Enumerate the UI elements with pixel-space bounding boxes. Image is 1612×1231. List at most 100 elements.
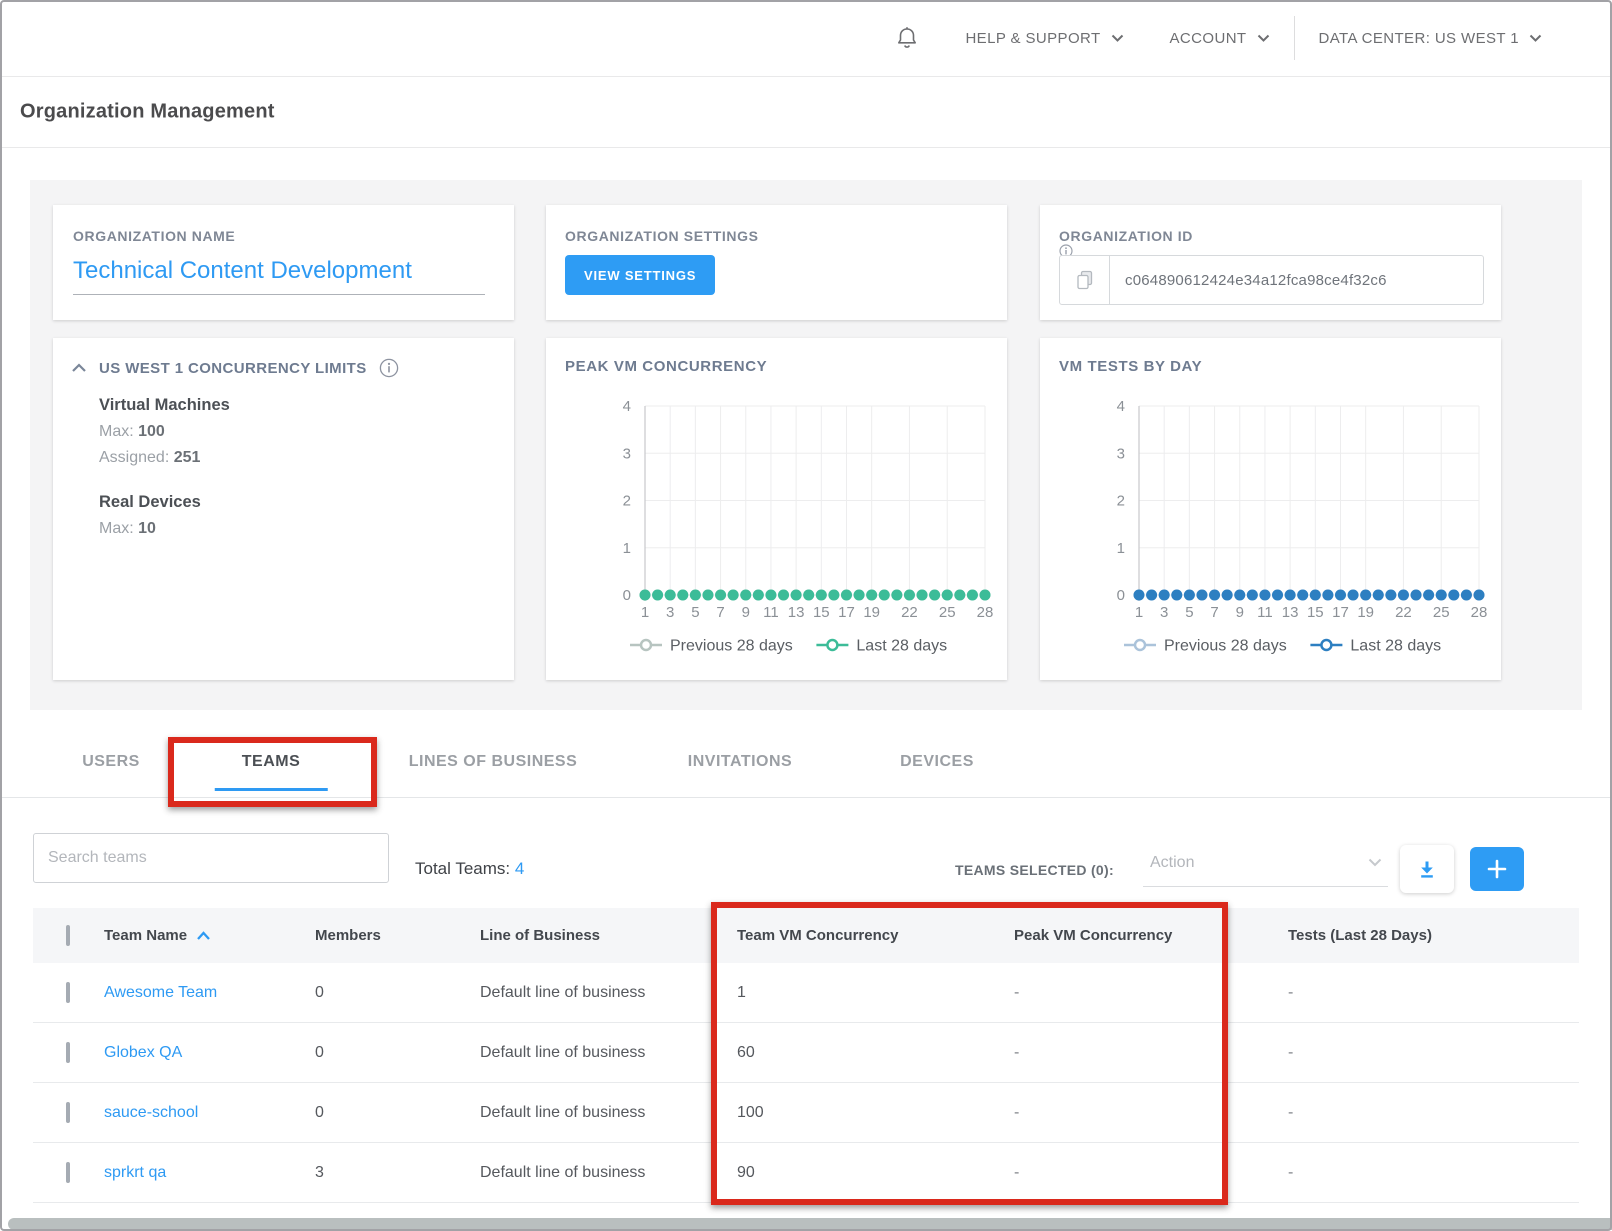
row-checkbox[interactable] [66,1042,70,1063]
action-dropdown[interactable]: Action [1143,840,1388,887]
cell-team_vm: 100 [737,1104,1014,1122]
peak-vm-concurrency-chart: 01234135791113151719222528Previous 28 da… [546,338,1007,680]
organization-settings-label: ORGANIZATION SETTINGS [565,228,759,244]
svg-text:3: 3 [1160,604,1168,621]
copy-icon [1075,269,1095,291]
download-icon [1417,859,1437,879]
total-teams-count-link[interactable]: 4 [515,859,524,878]
row-checkbox[interactable] [66,982,70,1003]
tab-lines-of-business[interactable]: LINES OF BUSINESS [409,733,578,790]
svg-text:7: 7 [716,604,724,621]
info-icon[interactable] [379,358,399,378]
svg-text:1: 1 [623,540,631,557]
cell-team_vm: 60 [737,1044,1014,1062]
team-name-link[interactable]: Globex QA [104,1044,182,1061]
svg-text:5: 5 [691,604,699,621]
tab-invitations[interactable]: INVITATIONS [688,733,792,790]
cell-peak_vm: - [1014,1104,1288,1122]
account-menu[interactable]: ACCOUNT [1170,30,1270,47]
sort-ascending-icon [196,931,211,941]
download-teams-button[interactable] [1400,845,1454,893]
svg-text:25: 25 [939,604,956,621]
concurrency-limits-card: US WEST 1 CONCURRENCY LIMITS Virtual Mac… [53,338,514,680]
organization-id-value: c064890612424e34a12fca98ce4f32c6 [1110,256,1387,304]
action-placeholder: Action [1150,854,1194,872]
organization-name-field[interactable]: Technical Content Development [73,257,485,295]
svg-text:4: 4 [623,398,631,415]
help-support-menu[interactable]: HELP & SUPPORT [965,30,1123,47]
notifications-bell-icon[interactable] [895,25,919,51]
table-row: Globex QA0Default line of business60-- [33,1023,1579,1083]
top-navigation-bar: HELP & SUPPORT ACCOUNT DATA CENTER: US W… [0,0,1612,77]
cell-tests: - [1288,984,1579,1002]
svg-text:11: 11 [763,604,779,621]
svg-text:15: 15 [1307,604,1324,621]
data-center-menu[interactable]: DATA CENTER: US WEST 1 [1319,30,1543,47]
cell-tests: - [1288,1044,1579,1062]
horizontal-scrollbar[interactable] [8,1218,1612,1230]
chevron-down-icon [1529,34,1542,43]
team-name-link[interactable]: Awesome Team [104,984,217,1001]
svg-text:9: 9 [742,604,750,621]
svg-text:19: 19 [1357,604,1374,621]
tab-users[interactable]: USERS [82,733,140,790]
organization-name-card: ORGANIZATION NAME Technical Content Deve… [53,205,514,320]
cell-members: 3 [315,1164,480,1182]
svg-text:17: 17 [838,604,855,621]
vm-tests-by-day-chart: 01234135791113151719222528Previous 28 da… [1040,338,1501,680]
vm-assigned-line: Assigned: 251 [99,449,230,467]
cell-peak_vm: - [1014,984,1288,1002]
svg-text:Last 28 days: Last 28 days [1350,638,1441,655]
table-row: sprkrt qa3Default line of business90-- [33,1143,1579,1203]
help-support-label: HELP & SUPPORT [965,30,1100,47]
organization-name-label: ORGANIZATION NAME [73,228,235,244]
collapse-chevron-up-icon[interactable] [71,363,87,373]
svg-text:Previous 28 days: Previous 28 days [670,638,793,655]
cell-members: 0 [315,1104,480,1122]
svg-text:3: 3 [1117,445,1125,462]
cell-team_vm: 1 [737,984,1014,1002]
total-teams: Total Teams: 4 [415,859,524,879]
chevron-down-icon [1368,858,1382,867]
chevron-down-icon [1257,34,1270,43]
svg-text:22: 22 [1395,604,1412,621]
team-name-link[interactable]: sprkrt qa [104,1164,166,1181]
column-header-team-name[interactable]: Team Name [104,927,315,944]
page-title-bar: Organization Management [0,77,1612,148]
search-teams-input[interactable] [33,833,389,883]
cell-tests: - [1288,1104,1579,1122]
copy-org-id-button[interactable] [1060,256,1110,304]
org-tabs: USERS TEAMS LINES OF BUSINESS INVITATIONS DE… [0,733,1612,798]
cell-tests: - [1288,1164,1579,1182]
team-name-link[interactable]: sauce-school [104,1104,198,1121]
plus-icon [1485,857,1509,881]
svg-text:3: 3 [623,445,631,462]
column-header-members: Members [315,927,480,944]
svg-text:19: 19 [863,604,880,621]
svg-text:11: 11 [1257,604,1273,621]
svg-text:13: 13 [788,604,805,621]
svg-text:2: 2 [1117,493,1125,510]
real-devices-heading: Real Devices [99,493,230,512]
cell-team_vm: 90 [737,1164,1014,1182]
svg-text:13: 13 [1282,604,1299,621]
row-checkbox[interactable] [66,1102,70,1123]
view-settings-button[interactable]: VIEW SETTINGS [565,255,715,295]
table-row: Awesome Team0Default line of business1-- [33,963,1579,1023]
add-team-button[interactable] [1470,847,1524,891]
column-header-team-vm-concurrency: Team VM Concurrency [737,927,1014,944]
organization-management-screen: HELP & SUPPORT ACCOUNT DATA CENTER: US W… [0,0,1612,1231]
select-all-checkbox[interactable] [66,925,70,946]
cell-lob: Default line of business [480,1164,737,1182]
svg-text:Previous 28 days: Previous 28 days [1164,638,1287,655]
organization-settings-card: ORGANIZATION SETTINGS VIEW SETTINGS [546,205,1007,320]
svg-text:7: 7 [1210,604,1218,621]
tab-devices[interactable]: DEVICES [900,733,974,790]
row-checkbox[interactable] [66,1162,70,1183]
svg-text:5: 5 [1185,604,1193,621]
cell-peak_vm: - [1014,1044,1288,1062]
svg-text:22: 22 [901,604,918,621]
svg-text:25: 25 [1433,604,1450,621]
cell-peak_vm: - [1014,1164,1288,1182]
tab-teams[interactable]: TEAMS [242,733,301,790]
